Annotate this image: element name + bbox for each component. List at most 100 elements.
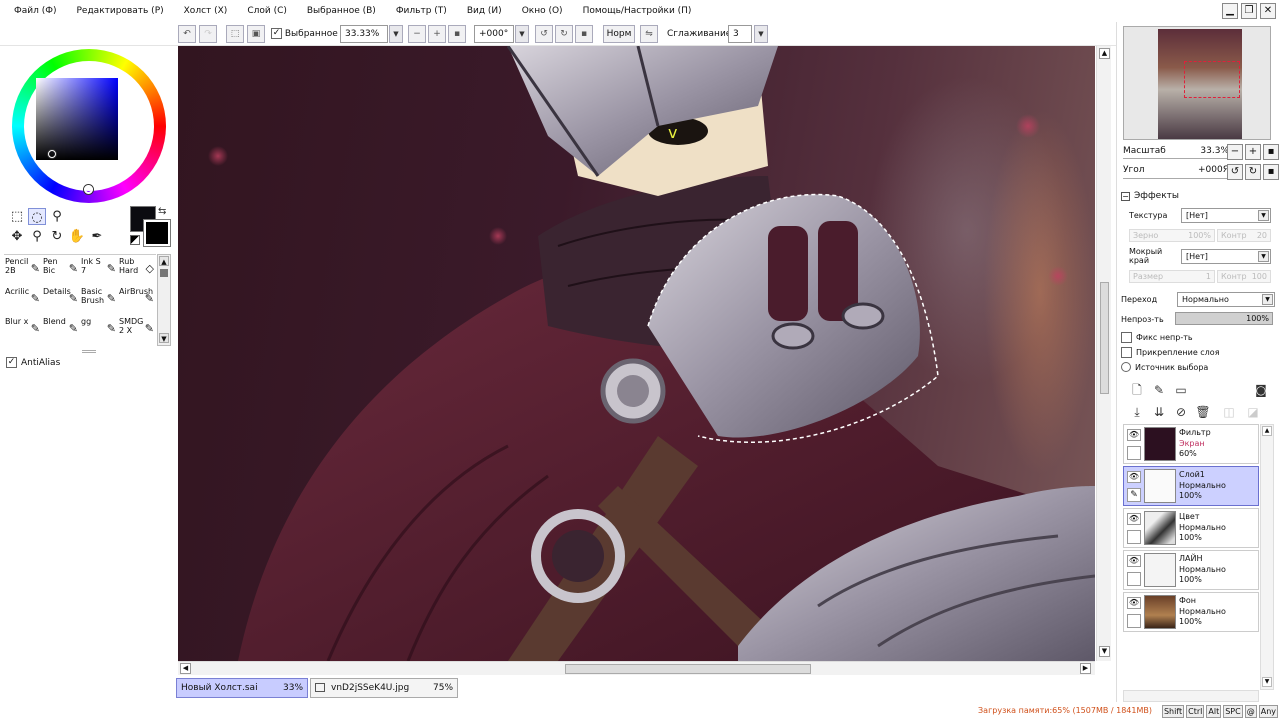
brush-blur[interactable]: Blur x ✎ [4, 315, 42, 345]
color-picker-marker[interactable] [48, 150, 56, 158]
zoom-in-icon[interactable]: + [1245, 144, 1261, 160]
zoom-out-icon[interactable]: − [408, 25, 426, 43]
brush-acrilic[interactable]: Acrilic ✎ [4, 285, 42, 315]
reset-colors-icon[interactable] [130, 235, 140, 245]
selection-source-option[interactable]: Источник выбора [1121, 362, 1208, 372]
rotation-reset-icon[interactable]: ▪ [1263, 164, 1279, 180]
wet-edge-select[interactable]: [Нет] ▼ [1181, 248, 1271, 264]
preserve-opacity-checkbox[interactable] [1121, 332, 1132, 343]
scroll-up-icon[interactable]: ▲ [1262, 426, 1272, 436]
redo-icon[interactable]: ↷ [199, 25, 217, 43]
menu-selection[interactable]: Выбранное (В) [297, 0, 386, 22]
rotate-left-icon[interactable]: ↺ [1227, 164, 1243, 180]
brush-blend[interactable]: Blend ✎ [42, 315, 80, 345]
layer-lock-checkbox[interactable] [1127, 446, 1141, 460]
document-tab[interactable]: vnD2jSSeK4U.jpg 75% [310, 678, 459, 698]
menu-canvas[interactable]: Холст (Х) [174, 0, 238, 22]
brush-pencil[interactable]: Pencil 2B ✎ [4, 255, 42, 285]
transfer-down-icon[interactable]: ⤓ [1129, 404, 1145, 420]
navigator-preview[interactable] [1123, 26, 1271, 140]
scroll-down-icon[interactable]: ▼ [1262, 677, 1272, 687]
scroll-down-icon[interactable]: ▼ [1099, 646, 1110, 657]
flip-horizontal-icon[interactable]: ⇋ [640, 25, 658, 43]
brush-active-icon[interactable]: ✎ [1127, 488, 1141, 502]
zoom-in-icon[interactable]: + [428, 25, 446, 43]
scroll-up-icon[interactable]: ▲ [159, 256, 169, 266]
layer-scrollbar[interactable]: ▲ ▼ [1260, 424, 1274, 690]
brush-basic[interactable]: Basic Brush ✎ [80, 285, 118, 315]
scroll-left-icon[interactable]: ◀ [180, 663, 191, 674]
layer-item[interactable]: 👁 Цвет Нормально 100% [1123, 508, 1259, 548]
lasso-select-icon[interactable]: ◌ [28, 208, 46, 225]
scroll-down-icon[interactable]: ▼ [159, 333, 169, 343]
zoom-slider[interactable] [1123, 158, 1229, 159]
brush-ink[interactable]: Ink S 7 ✎ [80, 255, 118, 285]
layer-item[interactable]: 👁 Фильтр Экран 60% [1123, 424, 1259, 464]
layer-lock-checkbox[interactable] [1127, 530, 1141, 544]
rotation-reset-icon[interactable]: ▪ [575, 25, 593, 43]
drawing-canvas[interactable]: v [178, 46, 1095, 661]
brush-pen[interactable]: Pen Bic ✎ [42, 255, 80, 285]
background-color-swatch[interactable] [144, 220, 170, 246]
invert-selection-icon[interactable]: ▣ [247, 25, 265, 43]
scroll-up-icon[interactable]: ▲ [1099, 48, 1110, 59]
clear-layer-icon[interactable]: ⊘ [1173, 404, 1189, 420]
maximize-button[interactable]: ❐ [1241, 3, 1257, 19]
normal-mode-button[interactable]: Норм [603, 25, 635, 43]
brush-smdg[interactable]: SMDG 2 X ✎ [118, 315, 156, 345]
rotate-icon[interactable]: ↻ [48, 228, 66, 245]
clipping-option[interactable]: Прикрепление слоя [1121, 347, 1220, 358]
navigator-viewport-rect[interactable] [1184, 61, 1240, 98]
scroll-right-icon[interactable]: ▶ [1080, 663, 1091, 674]
menu-edit[interactable]: Редактировать (Р) [67, 0, 174, 22]
eye-icon[interactable]: 👁 [1127, 513, 1141, 525]
layer-settings-icon[interactable]: ◙ [1253, 382, 1269, 398]
preserve-opacity-option[interactable]: Фикс непр-ть [1121, 332, 1193, 343]
brush-scrollbar[interactable]: ▲ ▼ [157, 254, 171, 346]
layer-lock-checkbox[interactable] [1127, 572, 1141, 586]
zoom-out-icon[interactable]: − [1227, 144, 1243, 160]
zoom-reset-icon[interactable]: ▪ [1263, 144, 1279, 160]
menu-view[interactable]: Вид (И) [457, 0, 512, 22]
menu-file[interactable]: Файл (Ф) [0, 0, 67, 22]
rotate-right-icon[interactable]: ↻ [555, 25, 573, 43]
layer-item[interactable]: 👁 Фон Нормально 100% [1123, 592, 1259, 632]
rotation-dropdown-icon[interactable]: ▼ [515, 25, 529, 43]
move-icon[interactable]: ✥ [8, 228, 26, 245]
menu-layer[interactable]: Слой (С) [237, 0, 297, 22]
rect-select-icon[interactable]: ⬚ [8, 208, 26, 225]
selection-checkbox[interactable]: ✓ [271, 28, 282, 39]
layer-horizontal-scrollbar[interactable] [1123, 690, 1259, 702]
close-button[interactable]: ✕ [1260, 3, 1276, 19]
scroll-thumb[interactable] [565, 664, 811, 674]
clipping-checkbox[interactable] [1121, 347, 1132, 358]
new-linework-layer-icon[interactable]: ✎ [1151, 382, 1167, 398]
menu-filter[interactable]: Фильтр (Т) [386, 0, 457, 22]
selection-toggle[interactable]: ✓ Выбранное [271, 25, 338, 43]
magic-wand-icon[interactable]: ⚲ [48, 208, 66, 225]
delete-layer-icon[interactable]: 🗑 [1195, 404, 1211, 420]
smoothing-dropdown-icon[interactable]: ▼ [754, 25, 768, 43]
layer-item[interactable]: 👁 ✎ Слой1 Нормально 100% [1123, 466, 1259, 506]
canvas-horizontal-scrollbar[interactable]: ◀ ▶ [178, 661, 1095, 675]
eye-icon[interactable]: 👁 [1127, 597, 1141, 609]
scroll-thumb[interactable] [160, 269, 168, 277]
menu-help[interactable]: Помощь/Настройки (П) [573, 0, 702, 22]
eye-icon[interactable]: 👁 [1127, 555, 1141, 567]
minimize-button[interactable]: ▁ [1222, 3, 1238, 19]
hand-icon[interactable]: ✋ [68, 228, 86, 245]
zoom-dropdown-icon[interactable]: ▼ [389, 25, 403, 43]
new-folder-icon[interactable]: ▭ [1173, 382, 1189, 398]
opacity-slider[interactable]: 100% [1175, 312, 1273, 325]
brush-airbrush[interactable]: AirBrush ✎ [118, 285, 156, 315]
rotate-right-icon[interactable]: ↻ [1245, 164, 1261, 180]
zoom-icon[interactable]: ⚲ [28, 228, 46, 245]
antialias-option[interactable]: ✓ AntiAlias [6, 357, 60, 368]
smoothing-field[interactable]: 3 [728, 25, 752, 43]
panel-splitter[interactable] [82, 350, 96, 353]
layer-item[interactable]: 👁 ЛАЙН Нормально 100% [1123, 550, 1259, 590]
deselect-icon[interactable]: ⬚ [226, 25, 244, 43]
texture-select[interactable]: [Нет] ▼ [1181, 207, 1271, 223]
document-tab[interactable]: Новый Холст.sai 33% [176, 678, 309, 698]
hue-marker[interactable] [84, 185, 93, 194]
